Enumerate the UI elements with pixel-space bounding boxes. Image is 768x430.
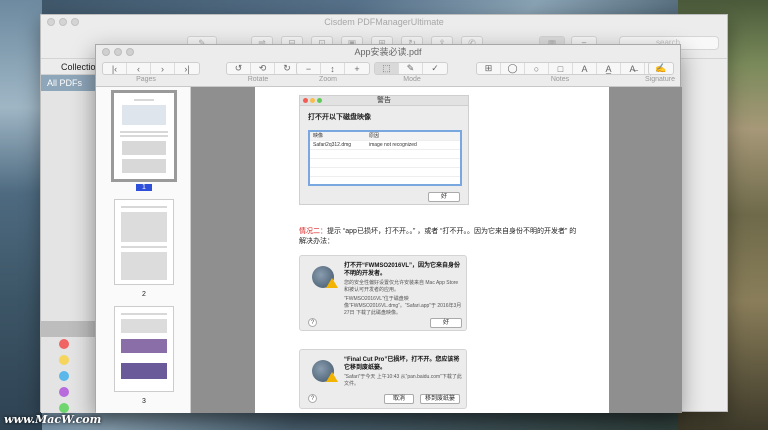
- damaged-app-alert: “Final Cut Pro”已损坏，打不开。您应该将它移到废纸篓。 “Safa…: [299, 349, 467, 409]
- underline-icon[interactable]: A̲: [597, 63, 621, 74]
- tag-red[interactable]: [59, 339, 69, 349]
- signature-label: Signature: [645, 76, 675, 83]
- alert3-trash-button: 移到废纸篓: [420, 394, 460, 404]
- cell-image: Safari2q312.dmg: [313, 142, 352, 148]
- alert1-table: 映像 原因 Safari2q312.dmg image not recognized: [308, 130, 462, 186]
- instruction-note: 情况二：提示 “app已损坏，打不开。。” ，或者 “打不开。。因为它来自身份不…: [299, 227, 579, 247]
- zoom-out-icon[interactable]: −: [297, 63, 321, 74]
- back-window-controls[interactable]: [47, 18, 79, 26]
- alert2-body1: 您的安全性偏好设置仅允许安装来自 Mac App Store 和被认可开发者的应…: [344, 280, 459, 293]
- zoom-in-icon[interactable]: +: [345, 63, 369, 74]
- page-number-3: 3: [142, 398, 146, 405]
- signature-group: ✍: [648, 62, 674, 75]
- alert2-title: 打不开“FWMSO2016VL”，因为它来自身份不明的开发者。: [344, 263, 461, 277]
- strike-icon[interactable]: A̶: [621, 63, 645, 74]
- document-title: App安装必读.pdf: [354, 47, 422, 57]
- warning-icon-2: [326, 372, 338, 382]
- front-titlebar: App安装必读.pdf: [96, 45, 680, 59]
- circle-icon[interactable]: ○: [525, 63, 549, 74]
- note-label: 情况二：: [299, 228, 327, 235]
- markup-icon[interactable]: ✓: [423, 63, 447, 74]
- collections-header: Collection: [41, 59, 101, 75]
- tag-blue[interactable]: [59, 371, 69, 381]
- tag-green[interactable]: [59, 403, 69, 413]
- viewer-toolbar: |‹ ‹ › ›| Pages ↺ ⟲ ↻ Rotate − ↕ + Zoom …: [96, 59, 680, 87]
- watermark: www.MacW.com: [4, 413, 102, 426]
- tag-purple[interactable]: [59, 387, 69, 397]
- first-page-icon[interactable]: |‹: [103, 63, 127, 74]
- thumbnail-page-1[interactable]: [111, 90, 177, 182]
- col-image: 映像: [313, 133, 324, 139]
- unidentified-developer-alert: 打不开“FWMSO2016VL”，因为它来自身份不明的开发者。 您的安全性偏好设…: [299, 255, 467, 331]
- alert3-title: “Final Cut Pro”已损坏，打不开。您应该将它移到废纸篓。: [344, 357, 460, 371]
- pen-icon[interactable]: ✎: [399, 63, 423, 74]
- col-reason: 原因: [369, 133, 380, 139]
- back-sidebar: Collection All PDFs: [41, 59, 101, 413]
- rotate-left-icon[interactable]: ↺: [227, 63, 251, 74]
- alert1-titlebar: 警告: [300, 96, 468, 106]
- last-page-icon[interactable]: ›|: [175, 63, 199, 74]
- alert1-ok-button: 好: [428, 192, 460, 202]
- back-titlebar: Cisdem PDFManagerUltimate: [41, 15, 727, 29]
- pdf-page: 警告 打不开以下磁盘映像 映像 原因 Safari2q312.dmg image n…: [255, 87, 609, 413]
- notes-label: Notes: [550, 76, 570, 83]
- mode-label: Mode: [403, 76, 421, 83]
- alert2-help-icon: ?: [308, 318, 317, 327]
- comment-icon[interactable]: ◯: [501, 63, 525, 74]
- alert2-body2: “FWMSO2016VL”位于磁盘映像“FWMSO2016VL.dmg”。“Sa…: [344, 296, 462, 316]
- mode-group: ⬚ ✎ ✓: [374, 62, 448, 75]
- prev-page-icon[interactable]: ‹: [127, 63, 151, 74]
- page-number-1: 1: [136, 184, 152, 191]
- textbox-icon[interactable]: ⊞: [477, 63, 501, 74]
- document-viewer[interactable]: 警告 打不开以下磁盘映像 映像 原因 Safari2q312.dmg image n…: [191, 87, 682, 413]
- fit-icon[interactable]: ↕: [321, 63, 345, 74]
- tags-header: [41, 321, 101, 337]
- back-window-title: Cisdem PDFManagerUltimate: [324, 17, 444, 27]
- thumbnail-pane: 1 2 3: [96, 87, 191, 413]
- thumbnail-page-3[interactable]: [114, 306, 174, 392]
- desktop-left: [0, 0, 42, 430]
- alert2-ok-button: 好: [430, 318, 462, 328]
- warning-icon: [326, 278, 338, 288]
- disk-image-alert: 警告 打不开以下磁盘映像 映像 原因 Safari2q312.dmg image n…: [299, 95, 469, 205]
- pdf-viewer-window: App安装必读.pdf |‹ ‹ › ›| Pages ↺ ⟲ ↻ Rotate…: [95, 44, 682, 413]
- pages-label: Pages: [136, 76, 156, 83]
- note-text: 提示 “app已损坏，打不开。。” ，或者 “打不开。。因为它来自身份不明的开发…: [299, 228, 577, 245]
- zoom-group: − ↕ +: [296, 62, 370, 75]
- tag-yellow[interactable]: [59, 355, 69, 365]
- signature-icon[interactable]: ✍: [649, 63, 673, 74]
- rotate-both-icon[interactable]: ⟲: [251, 63, 275, 74]
- notes-group: ⊞ ◯ ○ □ A A̲ A̶ ▶: [476, 62, 670, 75]
- page-number-2: 2: [142, 291, 146, 298]
- cell-reason: image not recognized: [369, 142, 417, 148]
- front-window-controls[interactable]: [102, 48, 134, 56]
- rotate-group: ↺ ⟲ ↻: [226, 62, 300, 75]
- alert1-heading: 打不开以下磁盘映像: [308, 114, 371, 121]
- text-icon[interactable]: A: [573, 63, 597, 74]
- select-icon[interactable]: ⬚: [375, 63, 399, 74]
- sidebar-item-all-pdfs[interactable]: All PDFs: [41, 75, 101, 91]
- next-page-icon[interactable]: ›: [151, 63, 175, 74]
- zoom-label: Zoom: [319, 76, 337, 83]
- alert3-help-icon: ?: [308, 394, 317, 403]
- rotate-label: Rotate: [247, 76, 269, 83]
- thumbnail-page-2[interactable]: [114, 199, 174, 285]
- alert3-body: “Safari”于今天 上午10:43 从“pan.baidu.com”下载了此…: [344, 374, 462, 387]
- alert3-cancel-button: 取消: [384, 394, 414, 404]
- pages-group: |‹ ‹ › ›|: [102, 62, 200, 75]
- rect-icon[interactable]: □: [549, 63, 573, 74]
